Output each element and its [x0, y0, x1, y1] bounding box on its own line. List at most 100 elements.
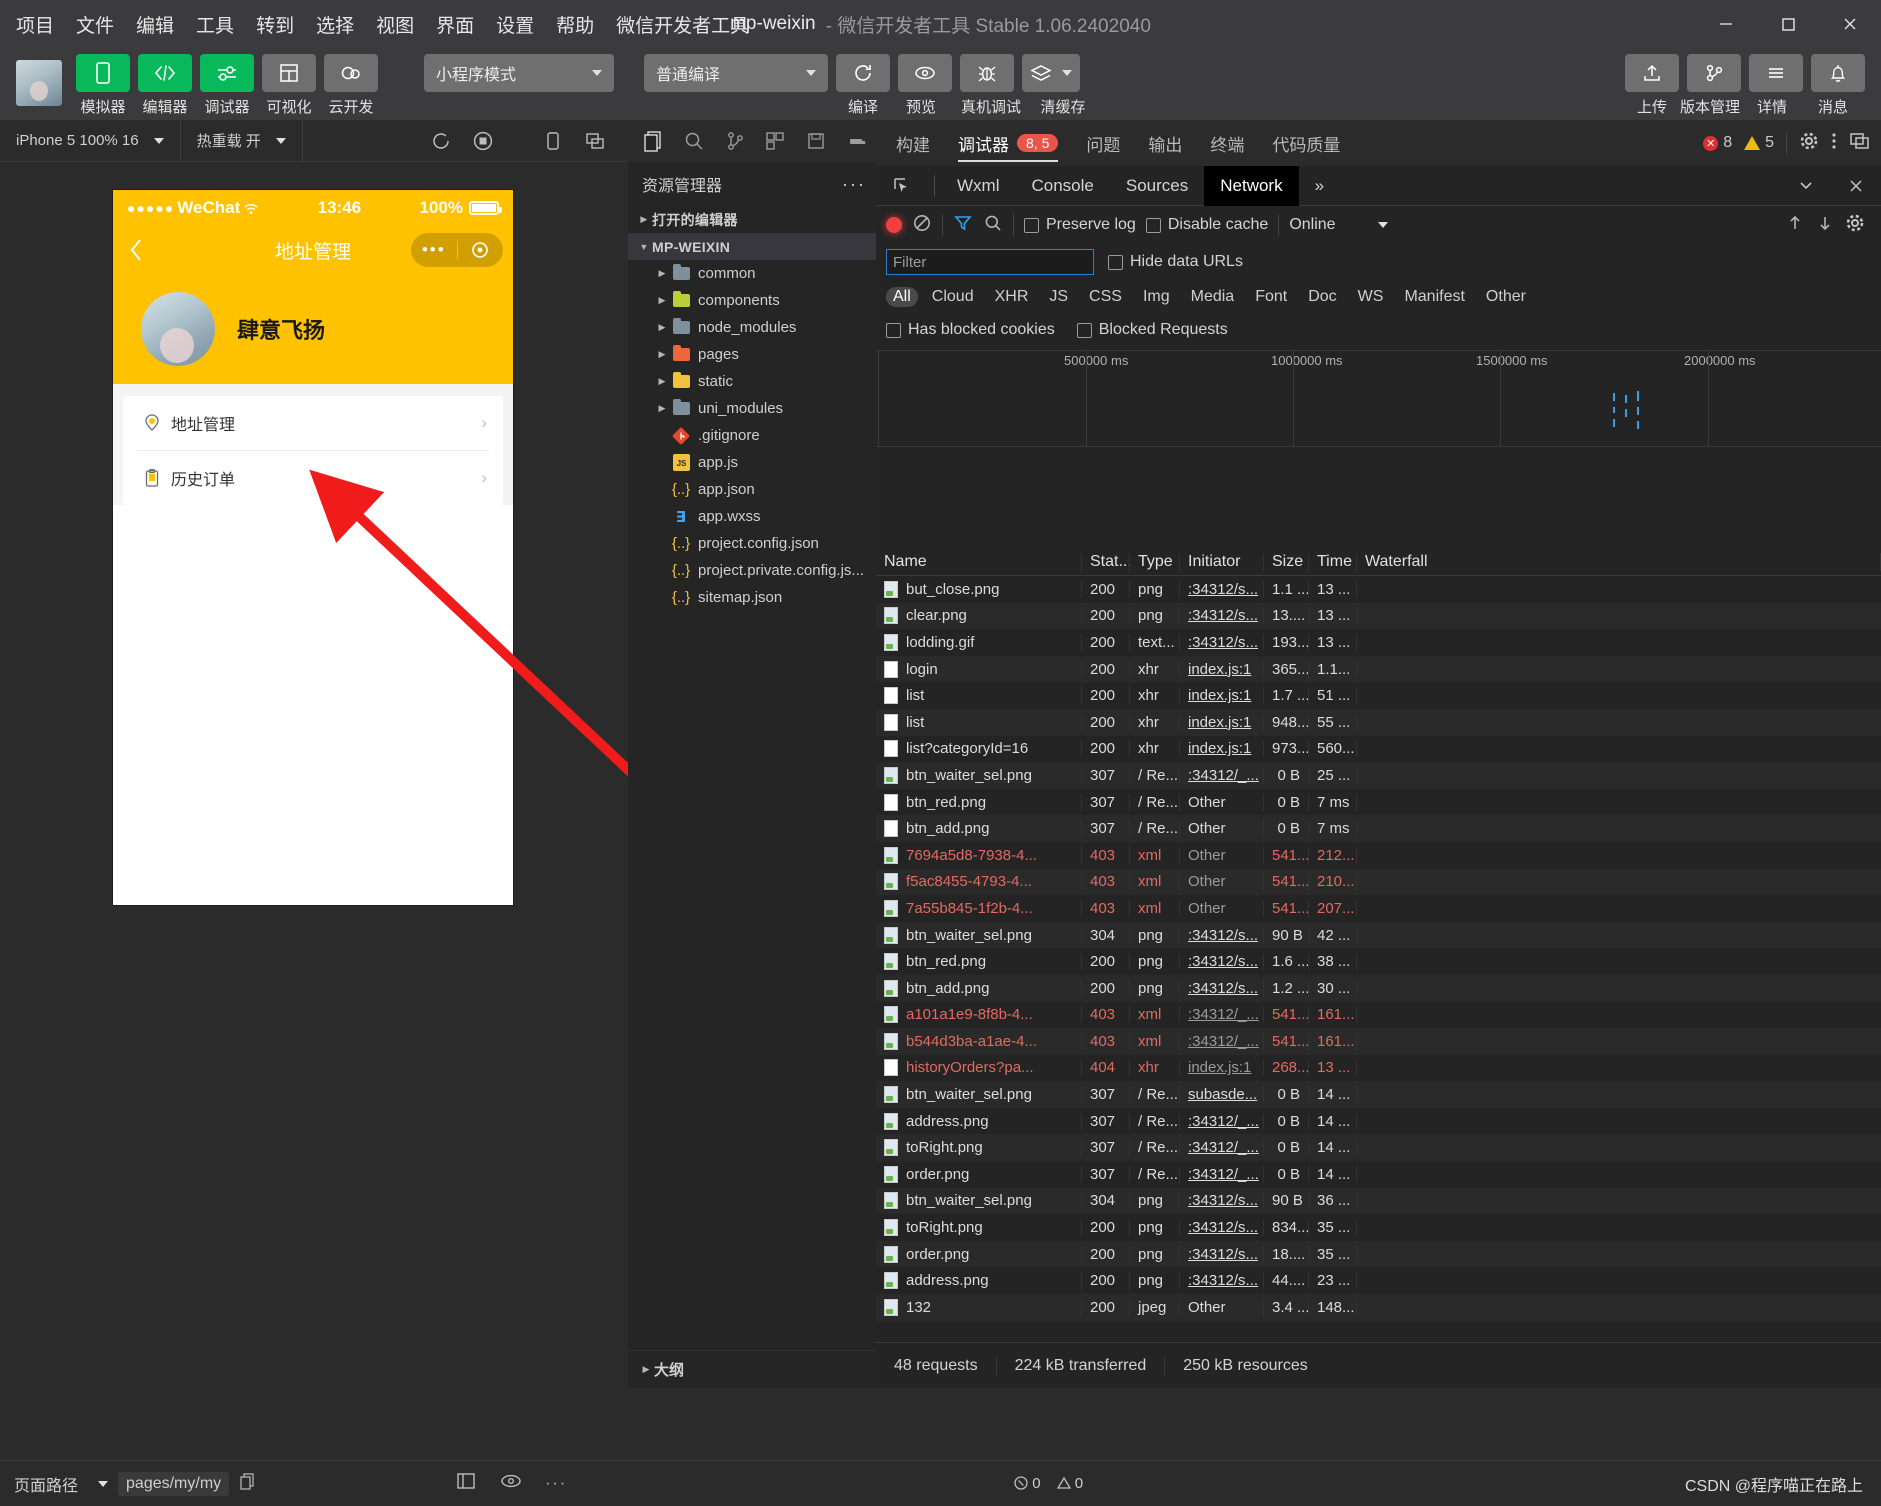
initiator-link[interactable]: :34312/s... [1188, 1219, 1258, 1236]
tree-item-pages[interactable]: ▶ pages [628, 341, 876, 368]
initiator-link[interactable]: index.js:1 [1188, 687, 1251, 704]
table-row[interactable]: list?categoryId=16 200 xhr index.js:1 973...… [876, 736, 1881, 763]
table-row[interactable]: address.png 307/ Re...:34312/_... 0 B 14 ..… [876, 1108, 1881, 1135]
initiator-link[interactable]: :34312/_... [1188, 1139, 1259, 1156]
files-icon[interactable] [634, 120, 673, 162]
menu-item-goto[interactable]: 转到 [256, 11, 294, 38]
table-row[interactable]: historyOrders?pa... 404 xhr index.js:1 268..… [876, 1055, 1881, 1082]
table-row[interactable]: 7a55b845-1f2b-4... 403 xml Other 541... 207..… [876, 895, 1881, 922]
panel-tab-sources[interactable]: Sources [1110, 166, 1204, 206]
tab-code-quality[interactable]: 代码质量 [1258, 120, 1354, 166]
more-vertical-icon[interactable] [1831, 131, 1837, 156]
menu-item-settings[interactable]: 设置 [496, 11, 534, 38]
menu-item-devtools[interactable]: 微信开发者工具 [616, 11, 749, 38]
table-row[interactable]: 132 200 jpeg Other 3.4 ... 148... [876, 1294, 1881, 1321]
tab-debugger[interactable]: 调试器 8, 5 [944, 120, 1072, 166]
initiator-link[interactable]: :34312/s... [1188, 1192, 1258, 1209]
table-row[interactable]: login 200 xhr index.js:1 365... 1.1... [876, 655, 1881, 683]
table-row[interactable]: btn_red.png 307/ Re... Other 0 B7 ms [876, 789, 1881, 816]
menu-item-project[interactable]: 项目 [16, 11, 54, 38]
panel-tab-wxml[interactable]: Wxml [941, 166, 1015, 206]
status-page-path[interactable]: 页面路径 pages/my/my [0, 1471, 255, 1496]
tree-item-uni-modules[interactable]: ▶ uni_modules [628, 395, 876, 422]
toggle-simulator[interactable]: 模拟器 [76, 54, 130, 117]
export-har-icon[interactable] [1815, 213, 1835, 237]
throttle-select[interactable]: Online [1289, 216, 1388, 234]
type-filter-js[interactable]: JS [1042, 287, 1075, 307]
tree-item-node-modules[interactable]: ▶ node_modules [628, 314, 876, 341]
tab-output[interactable]: 输出 [1134, 120, 1196, 166]
compile-button[interactable] [836, 54, 890, 92]
tree-item-gitignore[interactable]: .gitignore [628, 422, 876, 449]
hide-data-urls-checkbox[interactable]: Hide data URLs [1108, 253, 1243, 271]
column-header-initiator[interactable]: Initiator [1180, 552, 1264, 571]
type-filter-ws[interactable]: WS [1351, 287, 1391, 307]
simulator-refresh-button[interactable] [420, 130, 462, 152]
disable-cache-checkbox[interactable]: Disable cache [1145, 216, 1268, 234]
tree-item-common[interactable]: ▶ common [628, 260, 876, 287]
tab-problems[interactable]: 问题 [1072, 120, 1134, 166]
profile-avatar[interactable] [141, 292, 215, 366]
type-filter-all[interactable]: All [886, 287, 918, 307]
table-row[interactable]: toRight.png 200 png:34312/s... 834... 35 ... [876, 1214, 1881, 1241]
initiator-link[interactable]: :34312/_... [1188, 1033, 1259, 1050]
devtools-collapse-icon[interactable] [1781, 166, 1831, 206]
user-avatar[interactable] [16, 60, 62, 106]
menu-item-view[interactable]: 视图 [376, 11, 414, 38]
initiator-link[interactable]: :34312/s... [1188, 634, 1258, 651]
table-row[interactable]: 7694a5d8-7938-4... 403 xml Other 541... 212..… [876, 842, 1881, 869]
type-filter-media[interactable]: Media [1184, 287, 1242, 307]
hot-reload-select[interactable]: 热重载 开 [181, 120, 303, 161]
minimize-button[interactable] [1695, 0, 1757, 48]
tree-item-app-wxss[interactable]: ∃ app.wxss [628, 503, 876, 530]
table-row[interactable]: btn_waiter_sel.png 307/ Re...:34312/_... 0… [876, 762, 1881, 789]
toggle-debugger[interactable]: 调试器 [200, 54, 254, 117]
simulator-multi-button[interactable] [574, 131, 616, 151]
initiator-link[interactable]: index.js:1 [1188, 1059, 1251, 1076]
table-row[interactable]: btn_waiter_sel.png 304 png:34312/s... 90 B3… [876, 1187, 1881, 1215]
initiator-link[interactable]: :34312/_... [1188, 1006, 1259, 1023]
initiator-link[interactable]: :34312/s... [1188, 953, 1258, 970]
maximize-button[interactable] [1757, 0, 1819, 48]
column-header-size[interactable]: Size [1264, 552, 1309, 571]
real-device-debug-button[interactable] [960, 54, 1014, 92]
initiator-link[interactable]: index.js:1 [1188, 661, 1251, 678]
type-filter-cloud[interactable]: Cloud [925, 287, 981, 307]
menu-item-file[interactable]: 文件 [76, 11, 114, 38]
preserve-log-checkbox[interactable]: Preserve log [1024, 216, 1136, 234]
type-filter-css[interactable]: CSS [1082, 287, 1129, 307]
menu-item-help[interactable]: 帮助 [556, 11, 594, 38]
initiator-link[interactable]: :34312/_... [1188, 1166, 1259, 1183]
column-header-time[interactable]: Time [1309, 552, 1357, 571]
table-row[interactable]: btn_add.png 200 png:34312/s... 1.2 ... 30 ..… [876, 974, 1881, 1002]
extensions-icon[interactable] [756, 120, 795, 162]
table-row[interactable]: list 200 xhr index.js:1 948... 55 ... [876, 708, 1881, 736]
table-row[interactable]: order.png 307/ Re...:34312/_... 0 B 14 ... [876, 1161, 1881, 1188]
source-control-icon[interactable] [715, 120, 754, 162]
explorer-more-icon[interactable]: ··· [842, 174, 866, 195]
panel-tab-network[interactable]: Network [1204, 165, 1299, 206]
tree-item-app-json[interactable]: {..} app.json [628, 476, 876, 503]
table-row[interactable]: address.png 200 png:34312/s... 44.... 23 ... [876, 1267, 1881, 1294]
table-row[interactable]: btn_red.png 200 png:34312/s... 1.6 ... 38 ..… [876, 948, 1881, 975]
menu-item-select[interactable]: 选择 [316, 11, 354, 38]
column-header-name[interactable]: Name [876, 552, 1082, 571]
table-row[interactable]: toRight.png 307/ Re...:34312/_... 0 B 14 ..… [876, 1134, 1881, 1162]
tree-item-project-config[interactable]: {..} project.config.json [628, 530, 876, 557]
capsule-target-icon[interactable] [458, 241, 504, 259]
simulator-rotate-button[interactable] [532, 130, 574, 152]
device-select[interactable]: iPhone 5 100% 16 [0, 120, 181, 161]
copy-icon[interactable] [239, 1472, 255, 1495]
explorer-section-project[interactable]: ▼ MP-WEIXIN [628, 233, 876, 260]
type-filter-other[interactable]: Other [1479, 287, 1533, 307]
status-problem-counts[interactable]: 0 0 [1002, 1475, 1250, 1492]
table-row[interactable]: lodding.gif 200 text...:34312/s... 193... 13… [876, 629, 1881, 656]
explorer-outline-section[interactable]: ▶ 大纲 [628, 1350, 876, 1388]
table-row[interactable]: order.png 200 png:34312/s... 18.... 35 ... [876, 1240, 1881, 1268]
initiator-link[interactable]: :34312/s... [1188, 581, 1258, 598]
network-request-table[interactable]: Name Stat... Type Initiator Size Time Wa… [876, 548, 1881, 1342]
list-item-orders[interactable]: 历史订单 › [123, 451, 503, 505]
table-row[interactable]: f5ac8455-4793-4... 403 xml Other 541... 210..… [876, 868, 1881, 896]
compile-select[interactable]: 普通编译 [644, 54, 828, 92]
more-icon[interactable]: ··· [545, 1475, 567, 1493]
